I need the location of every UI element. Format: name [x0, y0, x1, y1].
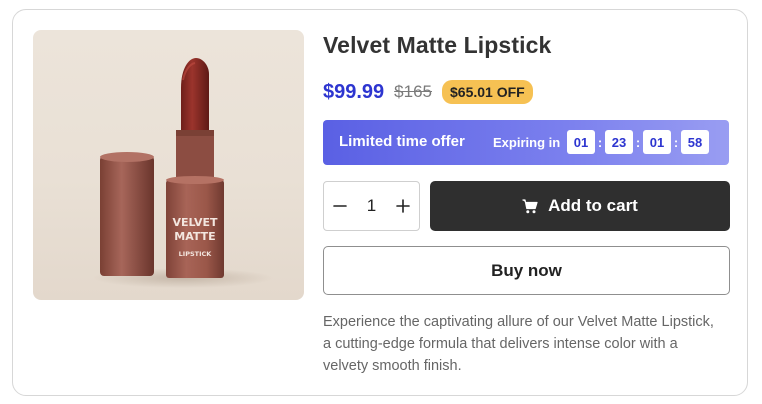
- countdown-separator: :: [635, 134, 641, 150]
- add-to-cart-label: Add to cart: [548, 196, 638, 215]
- product-description: Experience the captivating allure of our…: [323, 314, 714, 374]
- expiring-label: Expiring in: [493, 135, 561, 150]
- countdown-seconds: 58: [681, 130, 709, 154]
- tube-label-line1: VELVET: [172, 216, 218, 229]
- minus-icon: [333, 205, 347, 207]
- quantity-value[interactable]: 1: [367, 196, 376, 216]
- quantity-stepper: 1: [323, 181, 420, 231]
- offer-title: Limited time offer: [339, 133, 465, 150]
- tube-label-line2: MATTE: [174, 230, 215, 243]
- countdown-minutes: 01: [643, 130, 671, 154]
- limited-offer-banner: Limited time offer Expiring in 01 : 23 :…: [323, 120, 729, 165]
- increment-button[interactable]: [387, 182, 419, 230]
- buy-now-button[interactable]: Buy now: [323, 246, 730, 295]
- cart-icon: [522, 198, 538, 214]
- countdown-timer: 01 : 23 : 01 : 58: [567, 130, 709, 154]
- decrement-button[interactable]: [324, 182, 356, 230]
- countdown-hours: 23: [605, 130, 633, 154]
- add-to-cart-button[interactable]: Add to cart: [430, 181, 730, 231]
- original-price: $165: [394, 82, 432, 101]
- countdown-separator: :: [673, 134, 679, 150]
- current-price: $99.99: [323, 80, 385, 103]
- tube-label-line3: LIPSTICK: [179, 250, 213, 258]
- plus-icon: [396, 199, 410, 213]
- price-row: $99.99 $165 $65.01 OFF: [323, 78, 533, 106]
- lipstick-illustration: VELVET MATTE LIPSTICK: [93, 58, 273, 288]
- product-title: Velvet Matte Lipstick: [323, 32, 552, 58]
- product-card: VELVET MATTE LIPSTICK Velvet Matte Lipst…: [12, 9, 748, 396]
- buy-now-label: Buy now: [491, 260, 562, 280]
- countdown-days: 01: [567, 130, 595, 154]
- countdown-separator: :: [597, 134, 603, 150]
- discount-badge: $65.01 OFF: [442, 80, 533, 104]
- product-image: VELVET MATTE LIPSTICK: [33, 30, 304, 300]
